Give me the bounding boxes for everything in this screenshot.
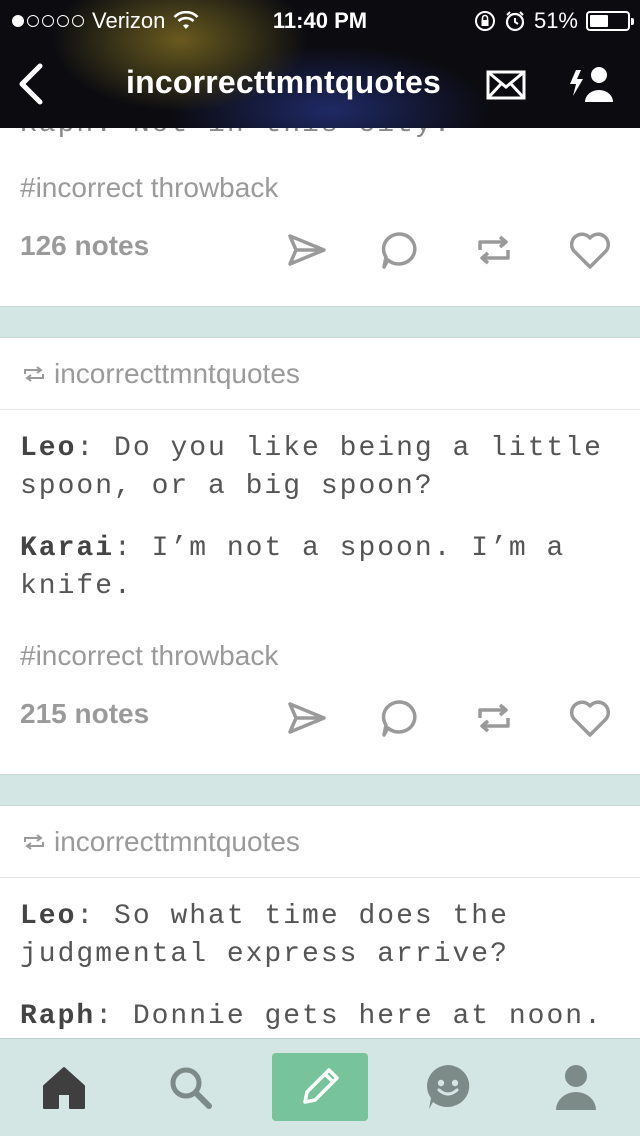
quote-line: Leo: So what time does the judgmental ex…	[20, 901, 509, 970]
tab-home[interactable]	[36, 1059, 92, 1115]
speaker-name: Karai	[20, 533, 115, 564]
quote-line: Karai: I’m not a spoon. I’m a knife.	[20, 533, 566, 602]
post-footer: 215 notes	[0, 678, 640, 766]
reblog-small-icon	[24, 365, 44, 382]
reblog-header[interactable]: incorrecttmntquotes	[0, 338, 640, 410]
alarm-icon	[505, 11, 525, 32]
reblog-icon[interactable]	[470, 694, 518, 742]
reblog-icon[interactable]	[470, 226, 518, 274]
notes-count[interactable]: 126 notes	[20, 230, 149, 262]
speaker-name: Leo	[20, 901, 77, 932]
blog-title: incorrecttmntquotes	[126, 64, 441, 100]
tab-account[interactable]	[548, 1059, 604, 1115]
post-separator	[0, 774, 640, 806]
account-person-icon	[556, 1065, 596, 1110]
bottom-tab-bar	[0, 1038, 640, 1136]
reblog-header[interactable]: incorrecttmntquotes	[0, 806, 640, 878]
battery-icon	[586, 11, 634, 31]
search-icon	[170, 1067, 212, 1109]
like-heart-icon[interactable]	[566, 694, 614, 742]
back-chevron-icon[interactable]	[14, 62, 48, 106]
speaker-name: Leo	[20, 433, 77, 464]
post-footer: 126 notes	[0, 210, 640, 298]
home-icon	[43, 1067, 85, 1109]
post-separator	[0, 306, 640, 338]
navigation-bar: incorrecttmntquotes	[0, 40, 640, 128]
feed: Raph: Not in this city. #incorrect throw…	[0, 128, 640, 1106]
top-bar: Verizon 11:40 PM 51% incorrecttmntquotes	[0, 0, 640, 128]
post-tag[interactable]: #incorrect throwback	[0, 172, 278, 204]
share-icon[interactable]	[282, 694, 330, 742]
reblogged-from-blog: incorrecttmntquotes	[54, 825, 300, 857]
compose-button[interactable]	[272, 1053, 368, 1121]
reblogged-from-blog: incorrecttmntquotes	[54, 357, 300, 389]
smiley-chat-icon	[427, 1065, 470, 1109]
reply-icon[interactable]	[376, 226, 424, 274]
post-tag[interactable]: #incorrect throwback	[0, 640, 278, 672]
status-bar: Verizon 11:40 PM 51%	[0, 0, 640, 40]
like-heart-icon[interactable]	[566, 226, 614, 274]
follow-user-icon[interactable]	[566, 64, 616, 104]
battery-percent: 51%	[533, 8, 578, 33]
speaker-name: Raph	[20, 1001, 96, 1032]
post-card: Raph: Not in this city. #incorrect throw…	[0, 128, 640, 306]
post-card: incorrecttmntquotes Leo: Do you like bei…	[0, 338, 640, 774]
tab-search[interactable]	[162, 1059, 218, 1115]
pencil-icon	[303, 1068, 339, 1104]
notes-count[interactable]: 215 notes	[20, 698, 149, 730]
reblog-small-icon	[24, 833, 44, 850]
reply-icon[interactable]	[376, 694, 424, 742]
share-icon[interactable]	[282, 226, 330, 274]
quote-text: Donnie gets here at noon.	[132, 1001, 603, 1032]
post-text: Raph: Not in this city.	[0, 128, 472, 144]
quote-line: Raph: Donnie gets here at noon.	[20, 1001, 603, 1032]
mail-icon[interactable]	[486, 70, 526, 100]
quote-line: Leo: Do you like being a little spoon, o…	[20, 433, 603, 502]
tab-activity[interactable]	[420, 1059, 476, 1115]
rotation-lock-icon	[474, 11, 495, 31]
